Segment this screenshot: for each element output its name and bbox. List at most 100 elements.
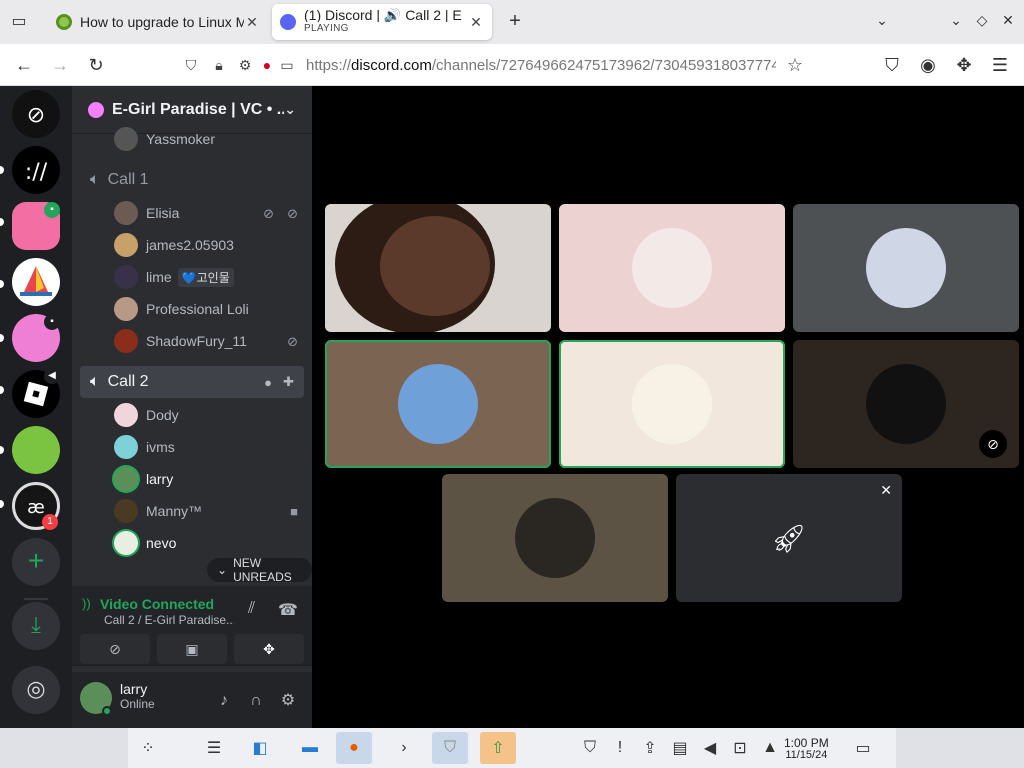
- firefox-icon[interactable]: ●: [336, 732, 372, 764]
- username[interactable]: larry: [120, 681, 147, 697]
- bookmark-star-icon[interactable]: ☆: [786, 56, 804, 74]
- extensions-icon[interactable]: ✥: [950, 52, 978, 78]
- menu-icon[interactable]: ☰: [986, 52, 1014, 78]
- invite-activity-tile[interactable]: ✕ 🚀︎: [676, 474, 902, 602]
- voice-member[interactable]: Professional Loli: [114, 296, 249, 322]
- app-launcher-icon[interactable]: ⁘: [130, 732, 166, 764]
- tab-list-icon[interactable]: ▭: [6, 10, 32, 34]
- camera-icon[interactable]: ▭: [278, 56, 296, 74]
- voice-channel-call-2[interactable]: 🔈︎ Call 2 ● ✚: [80, 366, 304, 398]
- security-tray-icon[interactable]: ⛉: [578, 732, 602, 764]
- browser-tab-discord[interactable]: (1) Discord | 🔊 Call 2 | E PLAYING ✕: [272, 4, 492, 40]
- member-name: Dody: [146, 407, 179, 423]
- show-desktop-icon[interactable]: ▭: [850, 732, 876, 764]
- reload-icon[interactable]: ↻: [82, 52, 110, 78]
- close-window-icon[interactable]: ✕: [998, 12, 1018, 29]
- usb-tray-icon[interactable]: ⊡: [728, 732, 752, 764]
- invite-user-icon[interactable]: ✚: [283, 374, 294, 390]
- voice-member[interactable]: Dody: [114, 402, 179, 428]
- shield-app-icon[interactable]: ⛉: [432, 732, 468, 764]
- forward-arrow-icon[interactable]: →: [46, 52, 74, 78]
- pocket-icon[interactable]: ⛉: [878, 52, 906, 78]
- signal-icon: )): [82, 596, 91, 611]
- lock-icon[interactable]: 🔒︎: [210, 56, 228, 74]
- volume-muted-icon[interactable]: ◀: [698, 732, 722, 764]
- microphone-icon[interactable]: ♪: [212, 689, 236, 713]
- camera-off-button[interactable]: ⊘: [80, 634, 150, 664]
- voice-member[interactable]: nevo: [114, 530, 176, 556]
- microphone-icon[interactable]: ●: [258, 56, 276, 74]
- url-text[interactable]: https://discord.com/channels/72764966247…: [306, 57, 776, 74]
- voice-status[interactable]: Video Connected: [100, 596, 214, 612]
- video-tile[interactable]: [442, 474, 668, 602]
- voice-member[interactable]: Yassmoker: [114, 126, 215, 152]
- close-tab-icon[interactable]: ✕: [468, 14, 484, 31]
- headphones-icon[interactable]: ∩: [244, 689, 268, 713]
- close-tab-icon[interactable]: ✕: [244, 14, 260, 31]
- voice-member[interactable]: ShadowFury_11: [114, 328, 247, 354]
- video-tile[interactable]: [559, 340, 785, 468]
- voice-channel-call-1[interactable]: 🔈︎ Call 1: [80, 164, 304, 196]
- voice-member[interactable]: james2.05903: [114, 232, 234, 258]
- video-tile[interactable]: ⊘: [793, 340, 1019, 468]
- rail-divider: [24, 598, 48, 600]
- voice-location[interactable]: Call 2 / E-Girl Paradise...: [104, 613, 234, 627]
- voice-member[interactable]: lime 💙고인물: [114, 264, 234, 290]
- back-arrow-icon[interactable]: ←: [10, 52, 38, 78]
- disconnect-icon[interactable]: ☎: [278, 600, 298, 620]
- tab-overflow-icon[interactable]: ⌄: [872, 12, 892, 29]
- member-name: Yassmoker: [146, 131, 215, 147]
- activities-button[interactable]: ✥: [234, 634, 304, 664]
- update-icon[interactable]: ⇧: [480, 732, 516, 764]
- tab-title: (1) Discord | 🔊 Call 2 | E: [304, 8, 462, 22]
- notification-tray-icon[interactable]: !: [608, 732, 632, 764]
- file-manager-icon[interactable]: ▬: [292, 732, 328, 764]
- channel-name: Call 2: [107, 373, 149, 390]
- video-tile[interactable]: [325, 340, 551, 468]
- browser-tab-linux[interactable]: How to upgrade to Linux M ✕: [48, 4, 268, 40]
- clock[interactable]: 1:00 PM 11/15/24: [784, 737, 829, 761]
- unread-pill: [0, 166, 4, 174]
- permissions-icon[interactable]: ⚙: [236, 56, 254, 74]
- video-tile[interactable]: [793, 204, 1019, 332]
- new-tab-button[interactable]: +: [504, 10, 526, 32]
- avatar: [114, 499, 138, 523]
- shield-icon[interactable]: ⛉: [182, 56, 200, 74]
- close-icon[interactable]: ✕: [880, 482, 892, 499]
- add-server-icon[interactable]: +: [12, 538, 60, 586]
- online-status-dot: [102, 706, 112, 716]
- video-tile[interactable]: [325, 204, 551, 332]
- noise-suppression-icon[interactable]: ⫽: [248, 600, 255, 618]
- voice-member[interactable]: Elisia: [114, 200, 179, 226]
- url-bar[interactable]: ⛉ 🔒︎ ⚙ ● ▭ https://discord.com/channels/…: [176, 49, 812, 81]
- member-name: Elisia: [146, 205, 180, 221]
- download-icon[interactable]: ⤓: [12, 602, 60, 650]
- discord-home-icon[interactable]: ⊘: [12, 90, 60, 138]
- tray-expand-icon[interactable]: ▲: [758, 732, 782, 764]
- terminal-icon[interactable]: ›: [386, 732, 422, 764]
- rocket-add-icon: 🚀︎: [771, 523, 807, 554]
- system-settings-icon[interactable]: ☰: [196, 732, 232, 764]
- screen-share-button[interactable]: ▣: [157, 634, 227, 664]
- software-store-icon[interactable]: ◧: [242, 732, 278, 764]
- server-icon-sailing[interactable]: [12, 258, 60, 306]
- avatar: [114, 127, 138, 151]
- video-tile[interactable]: [559, 204, 785, 332]
- browser-tab-strip: ▭ How to upgrade to Linux M ✕ (1) Discor…: [0, 0, 1024, 44]
- server-icon-2[interactable]: ://: [12, 146, 60, 194]
- voice-member[interactable]: larry: [114, 466, 173, 492]
- clipboard-tray-icon[interactable]: ▤: [668, 732, 692, 764]
- chat-bubble-icon[interactable]: ●: [264, 375, 272, 390]
- settings-gear-icon[interactable]: ⚙: [276, 689, 300, 713]
- discover-compass-icon[interactable]: ◎: [12, 666, 60, 714]
- account-icon[interactable]: ◉: [914, 52, 942, 78]
- maximize-icon[interactable]: ◇: [972, 12, 992, 29]
- channel-sidebar: E-Girl Paradise | VC • ... ⌄ Yassmoker 🔈…: [72, 86, 312, 728]
- speaker-badge-icon: ◀: [44, 368, 60, 384]
- updates-tray-icon[interactable]: ⇪: [638, 732, 662, 764]
- server-icon-vegans[interactable]: [12, 426, 60, 474]
- new-unreads-pill[interactable]: ⌄ NEW UNREADS: [207, 556, 312, 584]
- minimize-icon[interactable]: ⌄: [946, 12, 966, 29]
- voice-member[interactable]: Manny™: [114, 498, 202, 524]
- voice-member[interactable]: ivms: [114, 434, 175, 460]
